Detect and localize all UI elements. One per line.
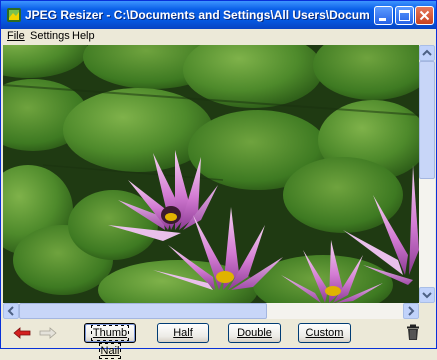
custom-button[interactable]: Custom [298,323,351,343]
trash-can-icon[interactable] [406,324,420,341]
scroll-right-button[interactable] [403,303,419,319]
maximize-icon [399,10,410,21]
menu-settings-label: Settings [30,30,70,42]
close-icon [419,10,430,21]
double-label: Double [237,327,272,339]
red-left-arrow-icon[interactable] [13,327,31,339]
scroll-down-button[interactable] [419,287,435,303]
arrow-up-icon [422,49,432,56]
app-window: JPEG Resizer - C:\Documents and Settings… [0,0,437,359]
horizontal-scrollbar[interactable] [3,303,419,319]
image-viewport [3,45,419,303]
horizontal-scroll-thumb[interactable] [19,303,267,319]
scroll-left-button[interactable] [3,303,19,319]
bottom-toolbar: Thumb Nail Half Double Custom [1,319,436,359]
arrow-right-icon [408,306,415,316]
title-bar[interactable]: JPEG Resizer - C:\Documents and Settings… [1,1,436,29]
arrow-down-icon [422,292,432,299]
thumb-nail-button[interactable]: Thumb Nail [84,323,136,359]
menu-file-label: File [7,30,25,42]
menu-help[interactable]: Help [72,30,95,42]
menu-help-label: Help [72,30,95,42]
close-button[interactable] [415,6,434,25]
minimize-icon [379,18,386,21]
vertical-scrollbar[interactable] [419,45,435,303]
thumb-nail-label: Thumb Nail [90,325,130,359]
arrow-left-icon [7,306,14,316]
minimize-button[interactable] [374,6,393,25]
water-lilies-image [3,45,419,303]
half-button[interactable]: Half [157,323,209,343]
window-title: JPEG Resizer - C:\Documents and Settings… [25,8,370,22]
gray-right-arrow-icon[interactable] [39,327,57,339]
vertical-scroll-thumb[interactable] [419,61,435,179]
menu-file[interactable]: File [7,30,25,42]
double-button[interactable]: Double [228,323,281,343]
scroll-up-button[interactable] [419,45,435,61]
app-icon [7,8,21,22]
half-label: Half [173,327,193,339]
menu-settings[interactable]: Settings [30,30,70,42]
menu-bar: File Settings Help [1,29,436,45]
scrollbar-corner [419,303,435,319]
maximize-button[interactable] [395,6,414,25]
custom-label: Custom [305,327,344,339]
